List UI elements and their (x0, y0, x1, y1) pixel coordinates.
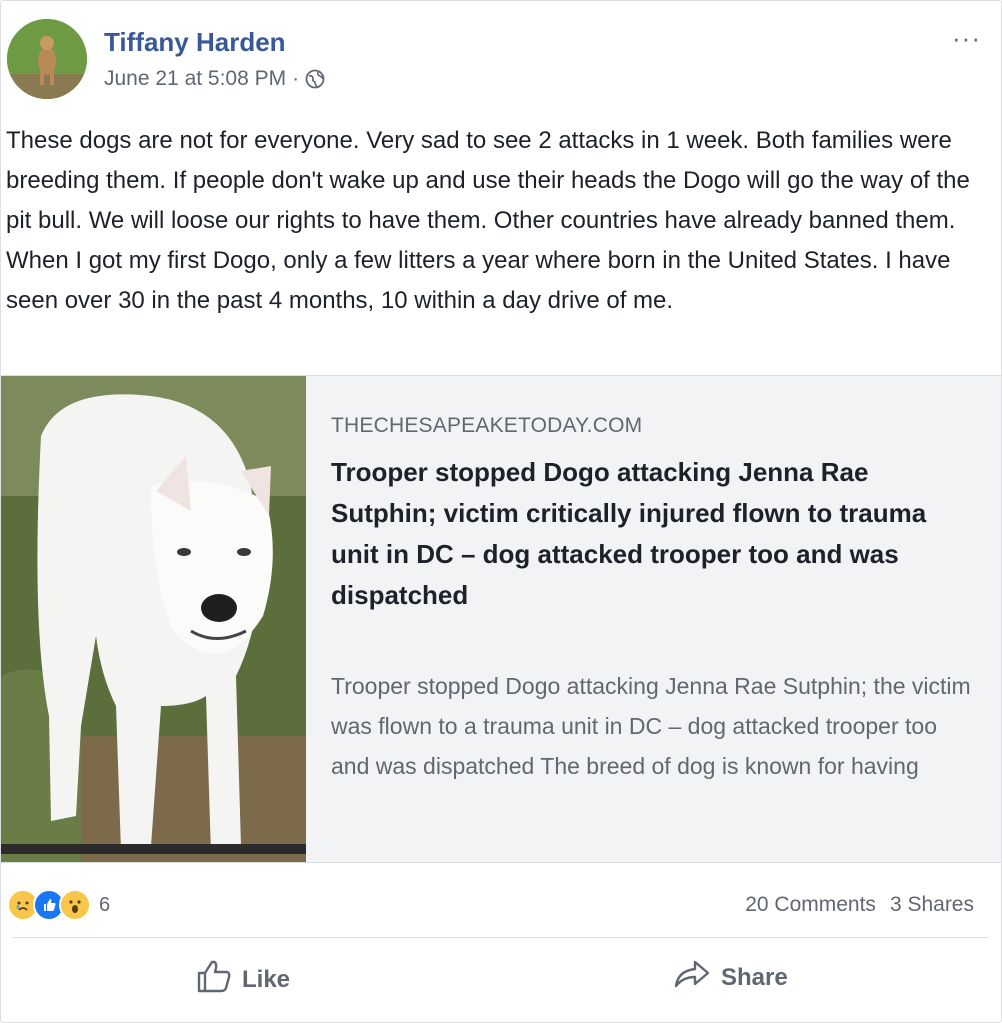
link-description: Trooper stopped Dogo attacking Jenna Rae… (331, 673, 971, 779)
share-label: Share (721, 963, 788, 991)
post-text: These dogs are not for everyone. Very sa… (6, 127, 970, 314)
meta-separator: · (292, 67, 300, 90)
author-name[interactable]: Tiffany Harden (104, 27, 286, 58)
timestamp[interactable]: June 21 at 5:08 PM (104, 67, 286, 91)
comments-count-link[interactable]: 20 Comments (745, 893, 876, 917)
like-label: Like (242, 965, 291, 993)
link-domain: THECHESAPEAKETODAY.COM (331, 414, 643, 437)
like-button[interactable]: Like (196, 959, 290, 1000)
reaction-summary[interactable]: 6 (7, 889, 110, 921)
facebook-post: Tiffany Harden June 21 at 5:08 PM · ··· … (0, 0, 1002, 1023)
link-preview-card[interactable]: THECHESAPEAKETODAY.COM Trooper stopped D… (1, 375, 1001, 863)
globe-icon (305, 69, 325, 89)
dog-thumbnail-image[interactable] (1, 376, 306, 862)
avatar[interactable] (7, 19, 87, 99)
more-options-button[interactable]: ··· (952, 23, 981, 54)
share-arrow-icon (673, 959, 711, 996)
reaction-count[interactable]: 6 (99, 894, 110, 917)
thumbs-up-icon (196, 959, 232, 1000)
post-meta: June 21 at 5:08 PM · (104, 67, 325, 91)
wow-icon (59, 889, 91, 921)
link-headline[interactable]: Trooper stopped Dogo attacking Jenna Rae… (331, 452, 971, 616)
share-button[interactable]: Share (673, 959, 788, 996)
engagement-stats: 20 Comments 3 Shares (745, 893, 974, 917)
shares-count-link[interactable]: 3 Shares (890, 893, 974, 917)
footer-divider (13, 937, 989, 938)
